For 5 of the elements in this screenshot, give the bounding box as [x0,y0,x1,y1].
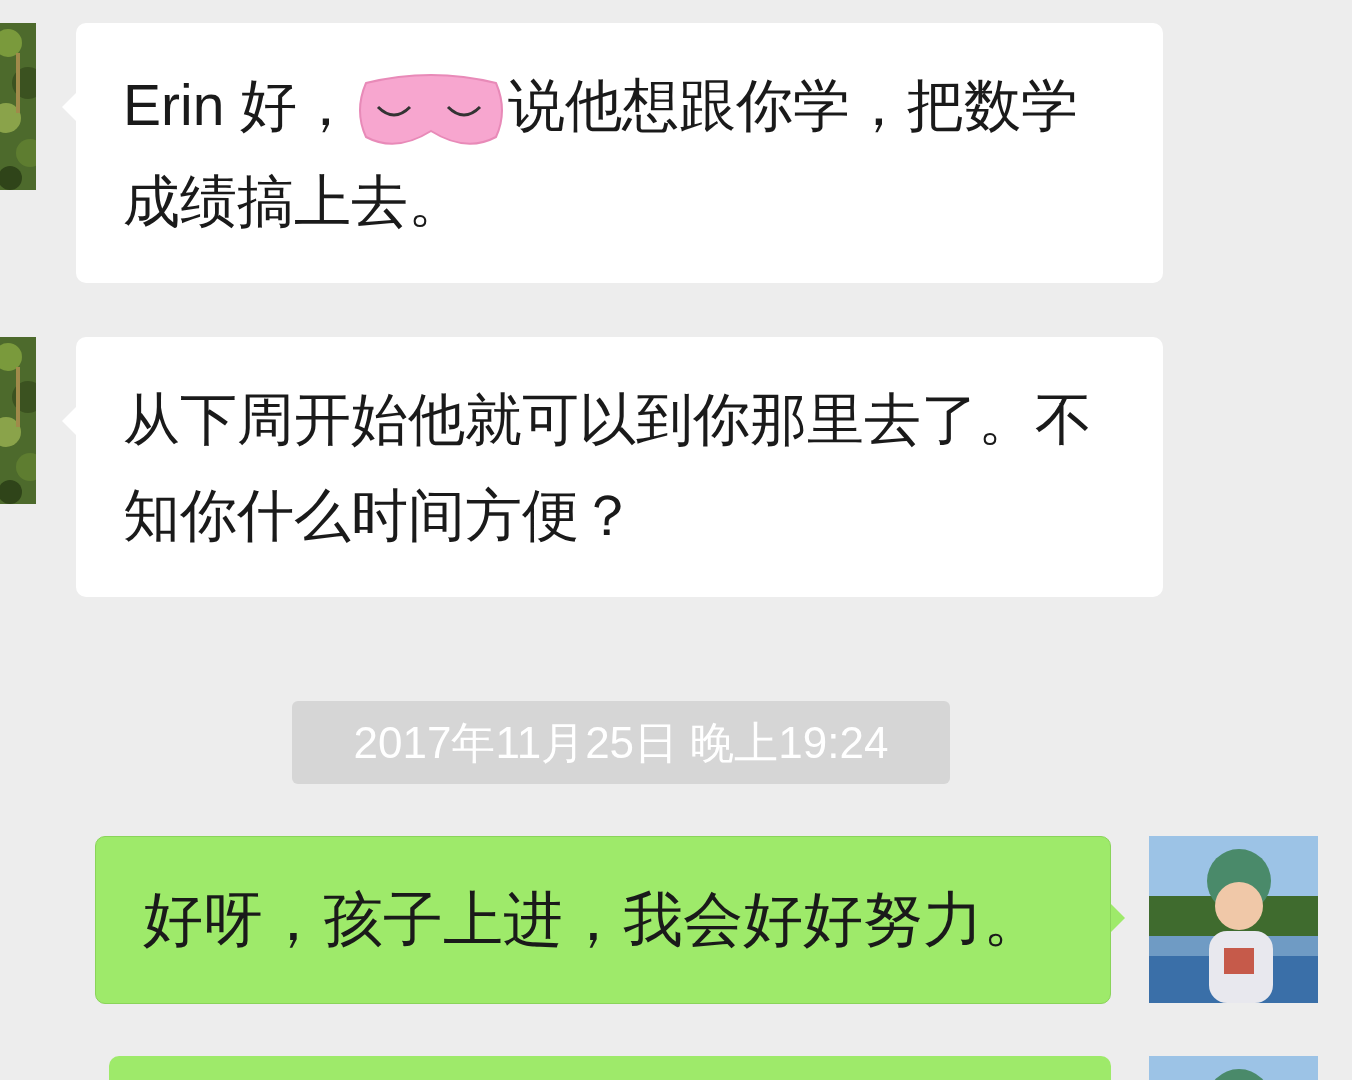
message-text: 成绩搞上去。 [123,168,465,235]
message-text: 好呀，孩子上进，我会好好努力。 [143,886,1043,953]
message-text: 说他想跟你学，把数学 [508,72,1079,139]
message-text: 从下周开始他就可以到你那里去了。不知你什么时间方便？ [123,387,1092,547]
message-text: Erin 好， [123,72,355,139]
